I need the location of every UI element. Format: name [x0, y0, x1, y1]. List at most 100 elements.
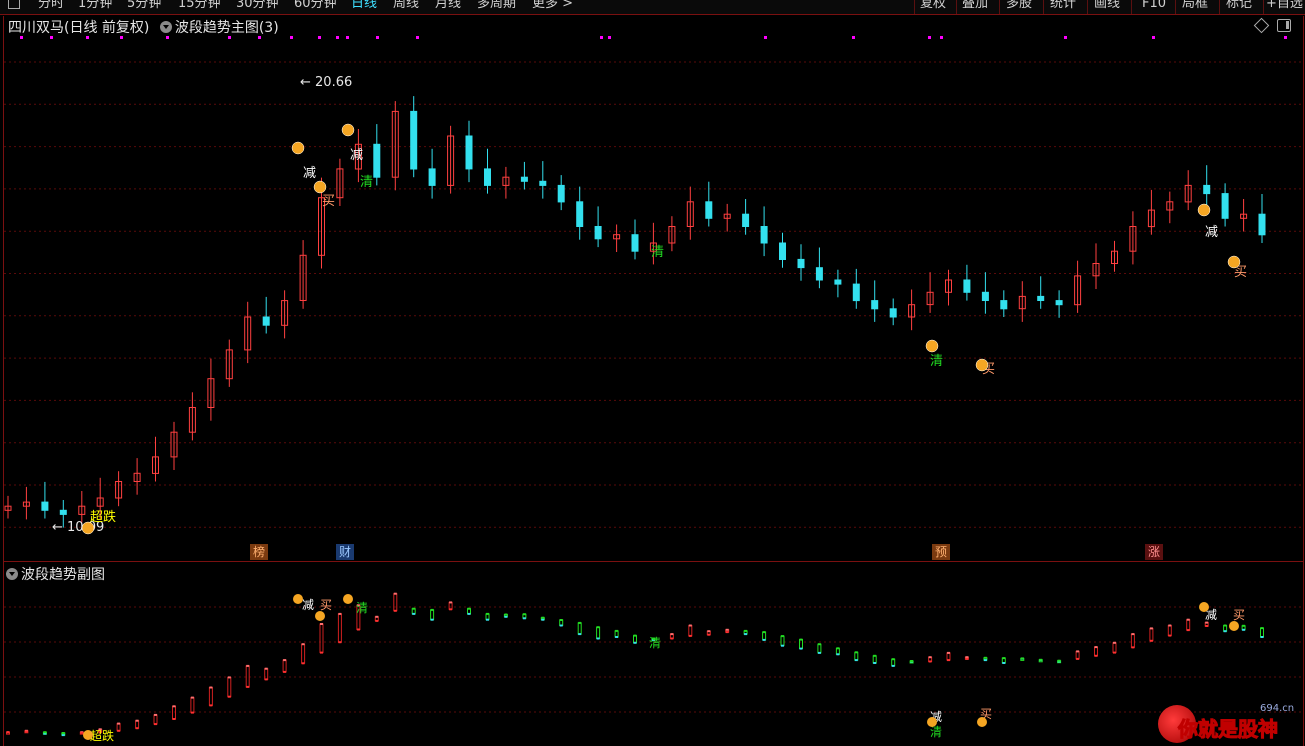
trend-bar — [208, 687, 213, 706]
candle-body — [834, 279, 842, 285]
trend-dot-fast — [522, 617, 526, 620]
trend-dot-slow — [356, 628, 360, 631]
signal-super-fall: 超跌 — [90, 509, 116, 525]
signal-clear: 清 — [930, 354, 943, 369]
signal-clear: 清 — [651, 245, 664, 260]
candle-body — [410, 110, 418, 170]
signal-dot — [928, 36, 931, 39]
signal-dot — [228, 36, 231, 39]
trend-bar — [799, 639, 803, 649]
candle-body — [963, 279, 971, 293]
signal-dot — [1284, 36, 1287, 39]
signal-dot — [416, 36, 419, 39]
trend-dot-slow — [449, 608, 453, 611]
trend-dot-fast — [670, 633, 674, 636]
trend-dot-fast — [873, 662, 877, 664]
signal-dot — [1064, 36, 1067, 39]
trend-dot-fast — [854, 659, 858, 662]
trend-dot-slow — [744, 629, 748, 632]
candle-body — [59, 509, 67, 515]
trend-dot-fast — [1223, 630, 1227, 633]
candle-body — [41, 501, 49, 511]
watermark-site: 694.cn — [1260, 703, 1295, 714]
sub-hand-signal-icon — [293, 594, 303, 604]
trend-dot-slow — [910, 660, 914, 662]
trend-dot-fast — [393, 592, 397, 595]
trend-dot-slow — [688, 634, 692, 637]
trend-dot-fast — [707, 630, 711, 633]
trend-dot-slow — [1186, 629, 1190, 632]
trend-dot-fast — [1076, 650, 1080, 653]
trend-dot-fast — [246, 664, 250, 667]
sub-signal-clear: 清 — [356, 601, 368, 615]
trend-dot-slow — [1057, 659, 1061, 662]
trend-dot-slow — [522, 613, 526, 616]
trend-dot-slow — [1242, 624, 1246, 627]
trend-dot-slow — [412, 607, 416, 610]
trend-bar — [116, 723, 121, 732]
trend-dot-fast — [430, 618, 434, 621]
hand-signal-icon — [975, 358, 989, 372]
trend-dot-fast — [283, 659, 287, 662]
watermark-logo: 你就是股神 694.cn — [1150, 703, 1300, 745]
trend-dot-slow — [486, 612, 489, 615]
signal-dot — [50, 36, 53, 39]
candle-body — [1037, 295, 1045, 301]
candle-body — [465, 135, 473, 170]
trend-dot-slow — [1149, 639, 1153, 642]
trend-dot-slow — [817, 643, 821, 646]
candle-body — [779, 242, 786, 260]
trend-dot-fast — [578, 633, 582, 636]
trend-dot-fast — [799, 647, 803, 650]
trend-dot-fast — [117, 722, 121, 725]
trend-dot-slow — [61, 732, 65, 734]
trend-bar — [596, 626, 601, 640]
candle-body — [262, 316, 270, 326]
trend-dot-slow — [707, 633, 711, 636]
trend-dot-slow — [854, 651, 858, 654]
trend-dot-slow — [504, 613, 508, 616]
trend-dot-slow — [375, 619, 379, 622]
trend-dot-slow — [246, 685, 250, 688]
trend-dot-slow — [799, 638, 803, 641]
sub-signal-reduce: 减 — [302, 598, 314, 612]
sub-hand-signal-icon — [343, 594, 353, 604]
trend-dot-slow — [1039, 658, 1043, 661]
trend-dot-fast — [891, 664, 895, 667]
trend-dot-fast — [301, 643, 305, 646]
trend-bar — [762, 631, 767, 641]
signal-dot — [166, 36, 169, 39]
trend-bar — [430, 609, 435, 621]
candle-body — [520, 176, 528, 182]
hand-signal-icon — [291, 141, 305, 155]
high-price-label: ← 20.66 — [300, 75, 352, 90]
sub-signal-clear: 清 — [930, 725, 942, 739]
trend-dot-slow — [1205, 625, 1209, 627]
trend-dot-slow — [633, 634, 637, 637]
candle-body — [1221, 193, 1229, 219]
trend-dot-slow — [264, 678, 268, 681]
trend-bar — [153, 714, 158, 725]
trend-dot-slow — [836, 647, 840, 650]
trend-dot-fast — [61, 734, 65, 737]
hand-signal-icon — [313, 180, 327, 194]
trend-dot-fast — [1113, 641, 1116, 644]
trend-dot-fast — [983, 659, 987, 662]
trend-dot-slow — [24, 730, 28, 733]
trend-dot-slow — [983, 656, 987, 659]
trend-dot-slow — [430, 608, 434, 611]
signal-dot — [940, 36, 943, 39]
trend-bar — [1186, 619, 1191, 631]
trend-bar — [337, 613, 342, 643]
trend-bar — [282, 659, 287, 673]
trend-dot-fast — [559, 624, 563, 627]
candle-body — [797, 258, 805, 269]
sub-signal-buy: 买 — [1233, 608, 1245, 622]
trend-dot-slow — [301, 662, 305, 665]
trend-dot-fast — [947, 651, 950, 654]
signal-reduce: 减 — [350, 148, 363, 163]
trend-bar — [872, 655, 877, 664]
hand-signal-icon — [1227, 255, 1241, 269]
hand-signal-icon — [81, 521, 95, 535]
signal-dot — [852, 36, 855, 39]
